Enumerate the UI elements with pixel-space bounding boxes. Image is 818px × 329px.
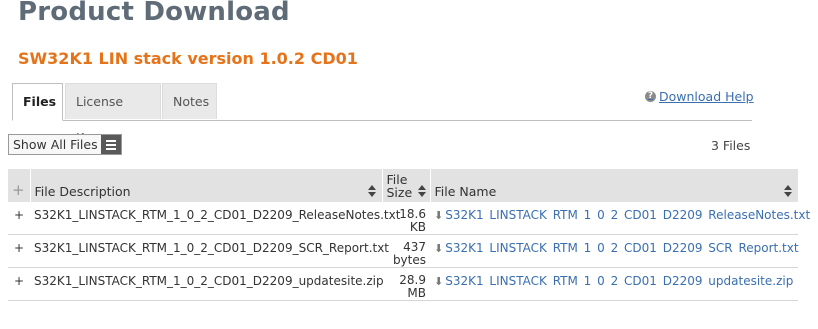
sort-icon[interactable] [367,185,376,197]
plus-icon: + [13,208,25,222]
column-header-file-name[interactable]: File Name [430,169,799,202]
download-icon: ⬇ [434,209,444,222]
file-download-link[interactable]: ⬇ S32K1 LINSTACK RTM 1 0 2 CD01 D2209 upd… [434,274,793,288]
column-header-file-size[interactable]: File Size [382,169,431,202]
file-size-value: 18.6 [399,207,426,221]
list-menu-icon[interactable] [100,135,121,154]
product-title: SW32K1 LIN stack version 1.0.2 CD01 [18,49,358,68]
plus-icon: + [13,274,25,288]
file-size-unit: MB [407,286,426,300]
tab-bar: Files License Keys Notes [12,83,752,145]
tab-notes[interactable]: Notes [162,83,217,119]
sort-icon[interactable] [417,185,426,197]
file-name-cell: ⬇ S32K1 LINSTACK RTM 1 0 2 CD01 D2209 SCR… [430,234,799,268]
show-all-files-button[interactable]: Show All Files [8,134,122,155]
page-title: Product Download [18,0,290,27]
file-name[interactable]: S32K1 LINSTACK RTM 1 0 2 CD01 D2209 SCR … [445,241,798,255]
file-size-unit: bytes [392,253,426,267]
download-icon: ⬇ [434,242,444,255]
file-size-unit: KB [409,220,426,234]
question-circle-icon: ? [645,91,656,102]
file-description: S32K1_LINSTACK_RTM_1_0_2_CD01_D2209_Rele… [30,202,400,235]
file-name-cell: ⬇ S32K1 LINSTACK RTM 1 0 2 CD01 D2209 Rel… [430,202,810,235]
file-size-value: 437 [403,240,426,254]
file-name[interactable]: S32K1 LINSTACK RTM 1 0 2 CD01 D2209 upda… [445,274,793,288]
column-header-label: File Name [434,184,497,199]
tab-license-keys[interactable]: License Keys [65,83,161,145]
file-download-link[interactable]: ⬇ S32K1 LINSTACK RTM 1 0 2 CD01 D2209 SCR… [434,241,799,255]
expand-row-button[interactable]: + [8,267,30,301]
files-table: + File Description File Size File Name +… [8,169,810,301]
table-row: + S32K1_LINSTACK_RTM_1_0_2_CD01_D2209_SC… [8,234,799,268]
download-help-label: Download Help [659,89,754,104]
file-download-link[interactable]: ⬇ S32K1 LINSTACK RTM 1 0 2 CD01 D2209 Rel… [434,208,810,222]
file-size: 28.9 MB [382,267,430,301]
plus-icon: + [13,241,25,255]
table-header-row: + File Description File Size File Name [8,169,799,202]
table-row: + S32K1_LINSTACK_RTM_1_0_2_CD01_D2209_up… [8,267,798,301]
table-row: + S32K1_LINSTACK_RTM_1_0_2_CD01_D2209_Re… [8,202,810,235]
column-header-label: Size [386,185,413,200]
download-icon: ⬇ [434,275,444,288]
file-description: S32K1_LINSTACK_RTM_1_0_2_CD01_D2209_SCR_… [30,234,389,268]
expand-row-button[interactable]: + [8,202,30,235]
show-all-files-label: Show All Files [13,137,98,152]
sort-icon[interactable] [783,185,792,197]
expand-all-header[interactable]: + [8,169,31,202]
plus-icon: + [12,181,25,199]
file-count: 3 Files [711,138,751,153]
file-description: S32K1_LINSTACK_RTM_1_0_2_CD01_D2209_upda… [30,267,384,301]
tab-files[interactable]: Files [12,83,63,121]
column-header-file-description[interactable]: File Description [30,169,383,202]
file-name-cell: ⬇ S32K1 LINSTACK RTM 1 0 2 CD01 D2209 upd… [430,267,798,301]
file-name[interactable]: S32K1 LINSTACK RTM 1 0 2 CD01 D2209 Rele… [445,208,810,222]
file-size-value: 28.9 [399,273,426,287]
download-help-link[interactable]: ? Download Help [645,89,754,104]
expand-row-button[interactable]: + [8,234,30,268]
file-size: 437 bytes [382,234,430,268]
column-header-label: File Description [34,184,131,199]
